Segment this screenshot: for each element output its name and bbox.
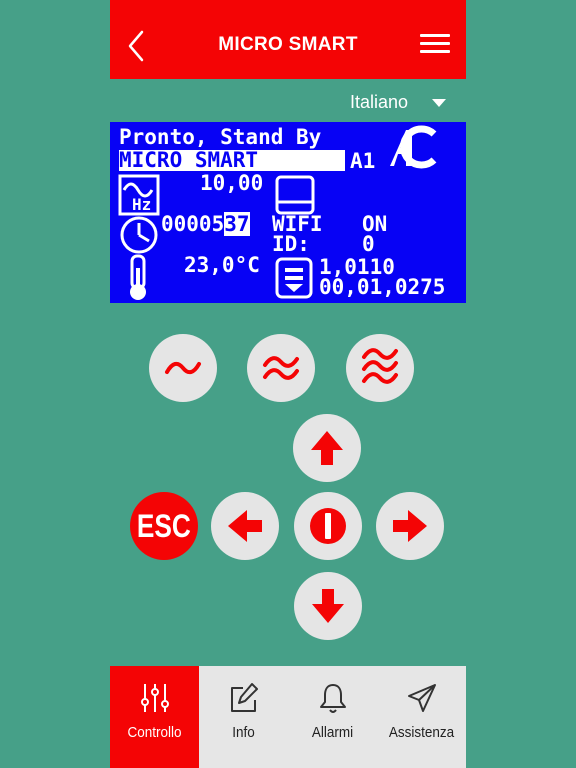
wave-low-icon: [165, 361, 201, 375]
right-button[interactable]: [376, 492, 444, 560]
arrow-right-icon: [393, 510, 427, 542]
tab-label: Controllo: [127, 724, 182, 741]
wave-medium-icon: [263, 356, 299, 380]
tab-assistenza[interactable]: Assistenza: [377, 666, 466, 768]
app-title: MICRO SMART: [218, 34, 358, 55]
dropdown-arrow-icon: [432, 99, 446, 107]
display-hours: 00005: [161, 212, 225, 236]
speed-medium-button[interactable]: [247, 334, 315, 402]
tab-label: Assistenza: [388, 724, 455, 741]
clock-icon: [120, 216, 158, 254]
top-bar: MICRO SMART: [110, 0, 466, 79]
hz-label: Hz: [132, 195, 151, 214]
esc-label: ESC: [137, 507, 191, 544]
power-button[interactable]: [294, 492, 362, 560]
device-box-icon: [275, 175, 315, 215]
left-button[interactable]: [211, 492, 279, 560]
app-panel: MICRO SMART Italiano Pronto, Stand By MI…: [110, 0, 466, 768]
display-status: Pronto, Stand By: [119, 125, 322, 149]
document-icon: [275, 257, 313, 299]
send-icon: [408, 684, 436, 712]
language-label: Italiano: [350, 92, 409, 112]
thermometer-icon: [130, 254, 146, 300]
bottom-tab-bar: Controllo Info Allarmi Assistenza: [110, 666, 466, 768]
speed-low-button[interactable]: [149, 334, 217, 402]
display-unit: A1: [350, 149, 376, 173]
display-model: MICRO SMART: [119, 150, 345, 171]
arrow-down-icon: [312, 589, 344, 623]
display-id-value: 0: [362, 232, 375, 256]
power-icon: [310, 508, 346, 544]
tab-allarmi[interactable]: Allarmi: [288, 666, 377, 768]
display-temperature: 23,0°C: [184, 253, 260, 277]
up-button[interactable]: [293, 414, 361, 482]
frequency-icon: Hz: [118, 174, 160, 216]
language-select[interactable]: Italiano: [350, 92, 460, 112]
display-hours-highlight: 37: [224, 212, 250, 236]
sliders-icon: [141, 684, 169, 712]
down-button[interactable]: [294, 572, 362, 640]
tab-controllo[interactable]: Controllo: [110, 666, 199, 768]
hamburger-icon-bar: [420, 42, 450, 45]
hamburger-icon-bar: [420, 34, 450, 37]
arrow-left-icon: [228, 510, 262, 542]
tab-label: Info: [232, 724, 255, 741]
menu-button[interactable]: [420, 34, 450, 56]
bell-icon: [320, 684, 346, 713]
tab-info[interactable]: Info: [199, 666, 288, 768]
display-frequency: 10,00: [200, 171, 264, 195]
brand-logo-icon: [390, 125, 437, 169]
hamburger-icon-bar: [420, 50, 450, 53]
esc-button[interactable]: ESC: [130, 492, 198, 560]
device-display: Pronto, Stand By MICRO SMART A1 Hz 10,00…: [110, 122, 466, 303]
edit-icon: [231, 683, 258, 712]
display-firmware: 00,01,0275: [319, 275, 446, 299]
wave-high-icon: [362, 348, 398, 384]
speed-high-button[interactable]: [346, 334, 414, 402]
display-id-label: ID:: [272, 232, 310, 256]
arrow-up-icon: [311, 431, 343, 465]
tab-label: Allarmi: [311, 724, 354, 741]
